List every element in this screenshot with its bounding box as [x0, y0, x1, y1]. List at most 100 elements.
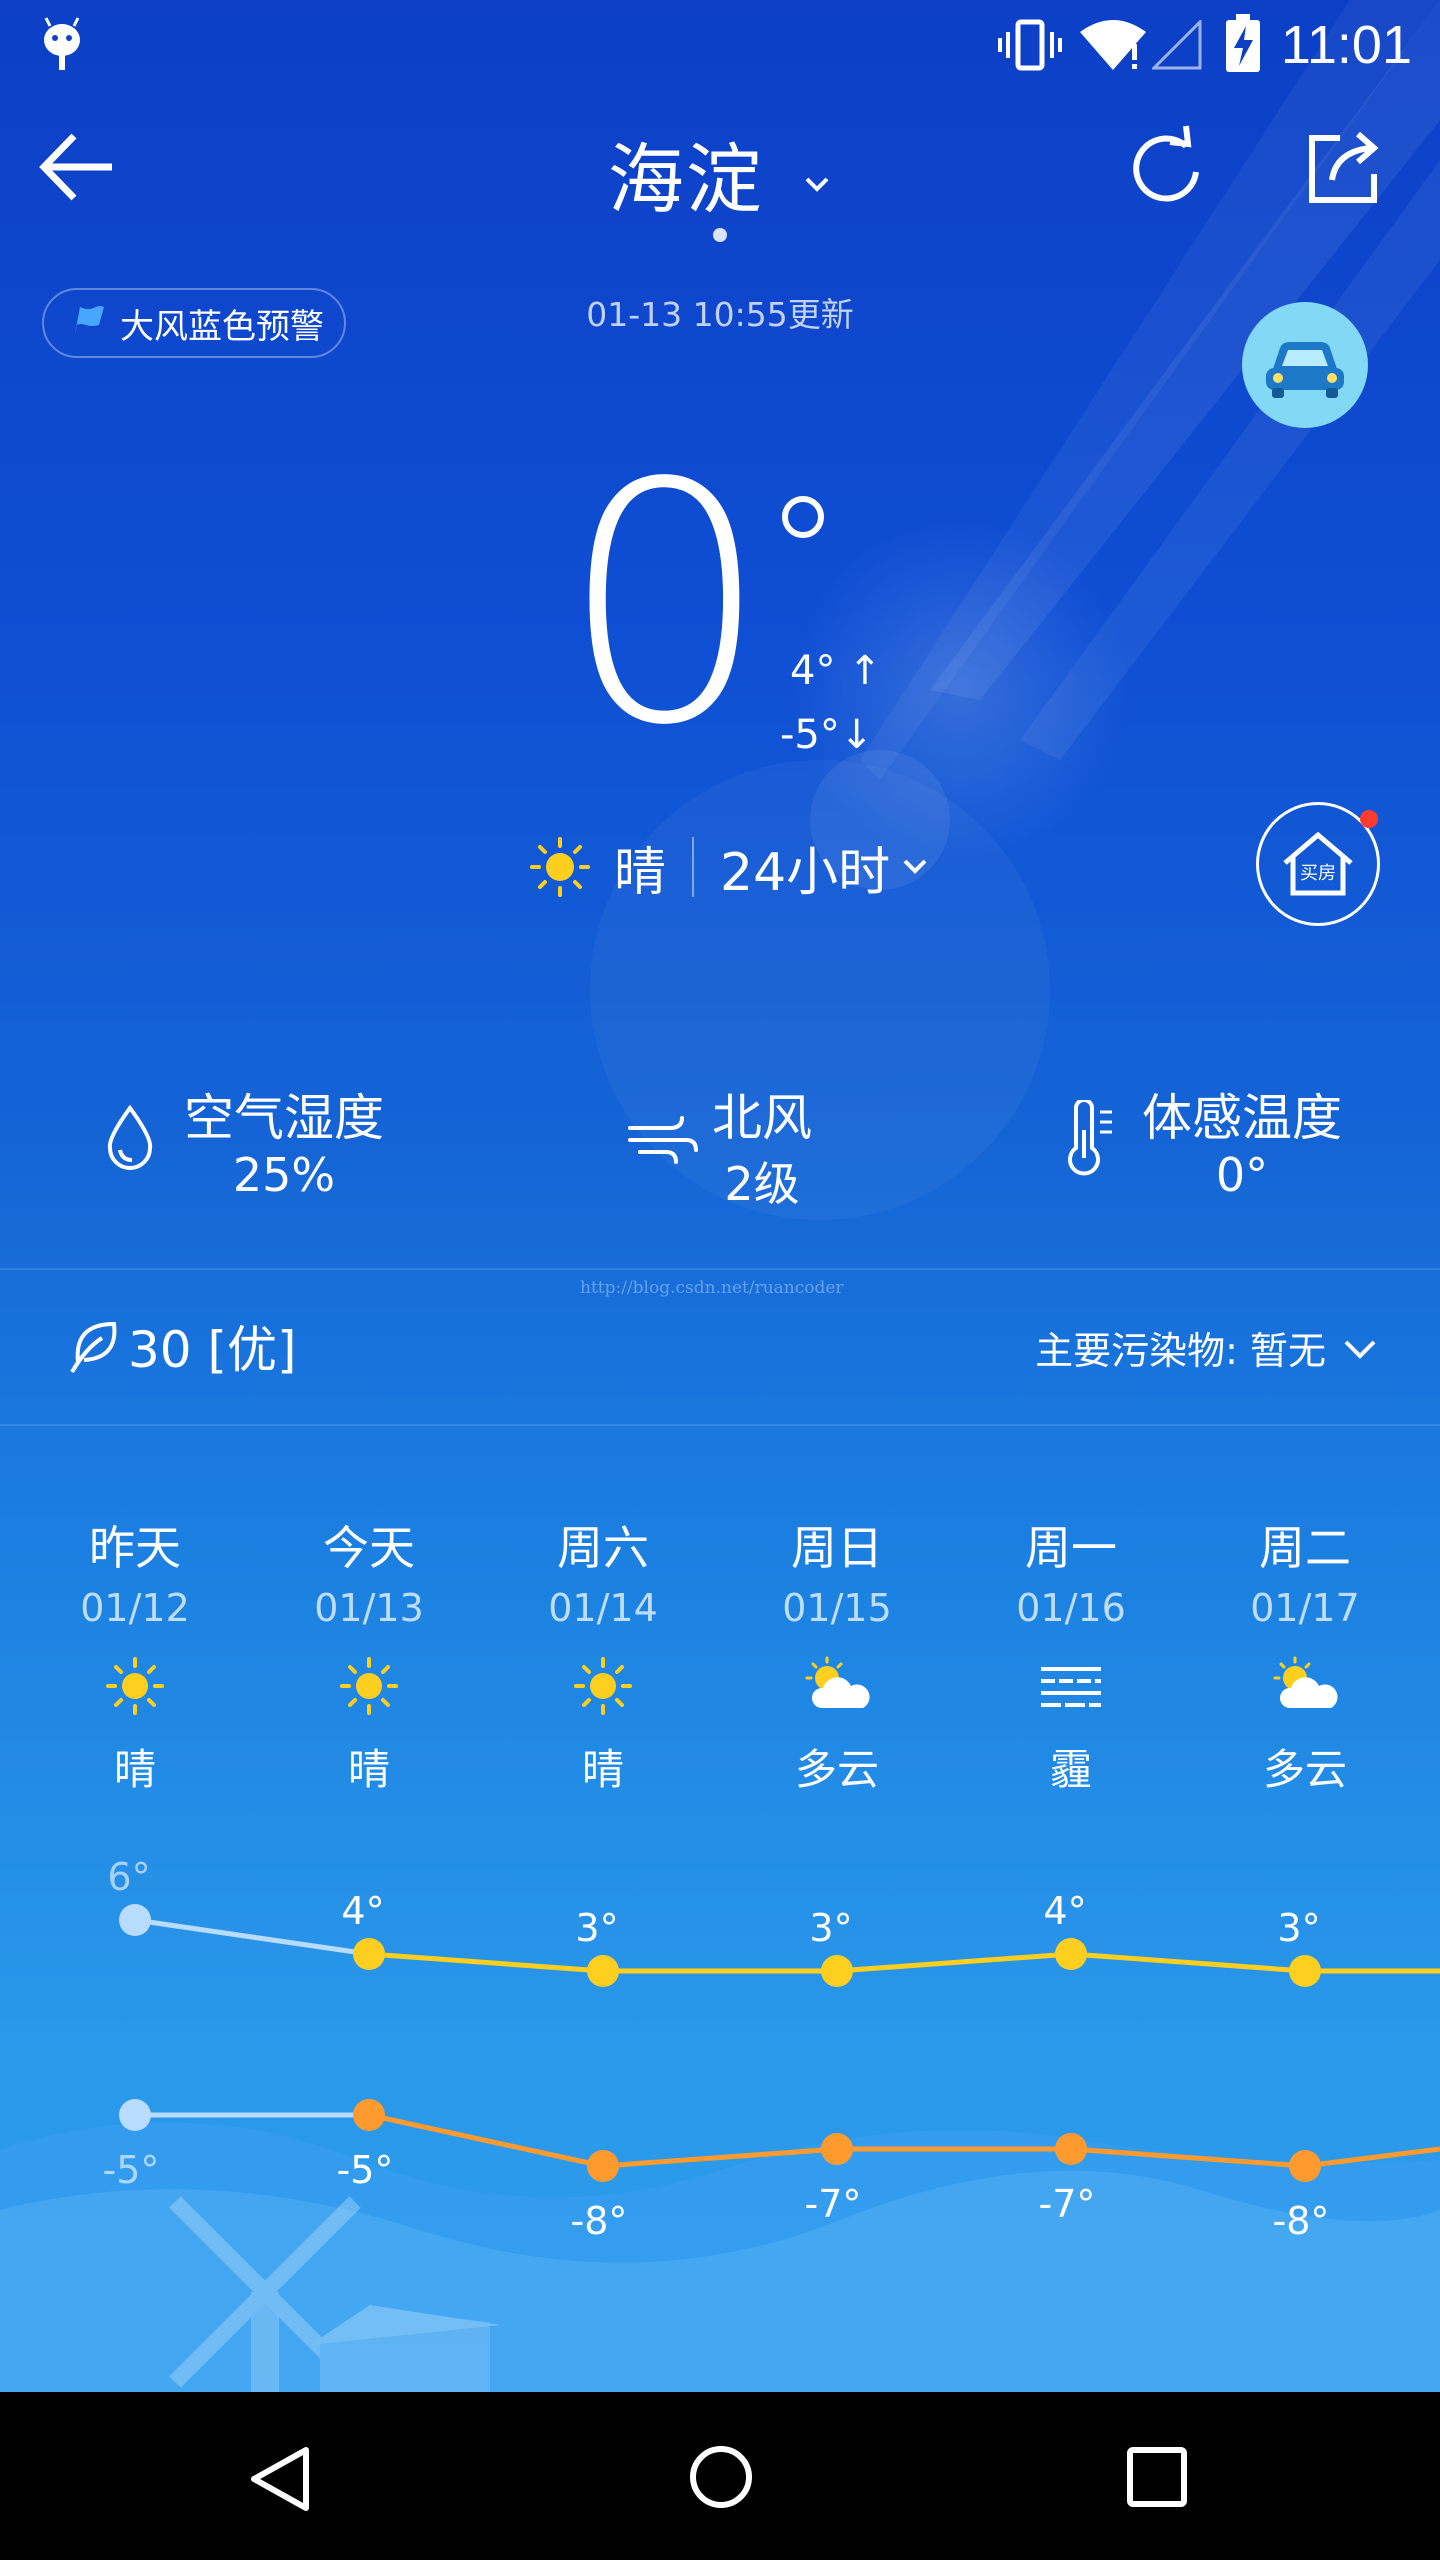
current-temperature: 0 [560, 413, 770, 797]
day-weather: 多云 [794, 1745, 879, 1794]
humidity-drop-icon [107, 1104, 153, 1170]
high-temp-point [353, 1938, 385, 1970]
page-indicator-dot [713, 228, 727, 242]
day-name: 周日 [791, 1521, 883, 1575]
high-temp-point [587, 1955, 619, 1987]
humidity-value: 25% [232, 1148, 336, 1202]
temperature-chart: 6° -5° 4° -5° 3° -8° 3° -7° 4° -7° 3° -8° [103, 1855, 1440, 2243]
forecast-day[interactable]: 今天 01/13 晴 [274, 1512, 464, 1797]
high-temp-line-segment [836, 1951, 1072, 1974]
vibrate-icon [998, 19, 1062, 71]
day-date: 01/12 [80, 1586, 190, 1630]
battery-charging-icon [1226, 14, 1260, 72]
sun-icon [530, 837, 590, 897]
low-temp-line-segment [602, 2146, 838, 2169]
low-temp-label: -5° [337, 2148, 394, 2192]
pollutant-selector[interactable]: 主要污染物: 暂无 [1035, 1320, 1380, 1375]
feels-like-label: 体感温度 [1142, 1089, 1342, 1147]
high-temp-point [1289, 1955, 1321, 1987]
high-temp-label: 4° [341, 1889, 384, 1933]
leaf-icon [70, 1321, 117, 1374]
pollutant-label: 主要污染物: 暂无 [1035, 1329, 1326, 1373]
aqi-value: 30 [优] [128, 1321, 297, 1379]
android-icon [44, 17, 80, 70]
home-nav-icon[interactable] [686, 2442, 756, 2512]
city-selector[interactable]: 海淀 [560, 118, 880, 228]
day-weather: 晴 [347, 1745, 390, 1794]
status-time: 11:01 [1280, 15, 1412, 75]
low-temp-line-segment [368, 2112, 604, 2169]
alert-label: 大风蓝色预警 [120, 306, 324, 347]
forecast-day[interactable]: 周日 01/15 多云 [742, 1512, 932, 1797]
recents-nav-icon[interactable] [1126, 2446, 1188, 2508]
back-arrow-icon[interactable] [32, 122, 122, 212]
day-date: 01/15 [782, 1586, 892, 1630]
forecast-day[interactable]: 周二 01/17 多云 [1210, 1512, 1400, 1797]
low-temp-point [353, 2099, 385, 2131]
forecast-day[interactable]: 周六 01/14 晴 [508, 1512, 698, 1797]
wind-level: 2级 [724, 1157, 800, 1211]
system-nav-bar [0, 2392, 1440, 2560]
divider [0, 1424, 1440, 1426]
update-time: 01-13 10:55更新 [586, 295, 854, 334]
refresh-icon[interactable] [1122, 122, 1212, 212]
wind-icon [628, 1116, 698, 1164]
low-temp-line-segment [1304, 2146, 1440, 2169]
low-temp-label: -7° [1039, 2182, 1096, 2226]
low-temp-label: -8° [1273, 2199, 1330, 2243]
day-weather: 晴 [113, 1745, 156, 1794]
today-high: 4° ↑ [790, 648, 882, 694]
day-name: 周二 [1259, 1521, 1351, 1575]
aqi-row[interactable]: 30 [优] [68, 1310, 297, 1382]
high-temp-label: 4° [1043, 1889, 1086, 1933]
humidity-label: 空气湿度 [184, 1089, 384, 1147]
thermometer-icon [1068, 1100, 1112, 1176]
degree-symbol [782, 496, 824, 538]
weather-alert-badge[interactable]: 大风蓝色预警 [42, 288, 346, 358]
day-date: 01/17 [1250, 1586, 1360, 1630]
high-temp-point [119, 1904, 151, 1936]
hourly-toggle[interactable]: 24小时 [720, 830, 890, 905]
notification-dot [1360, 810, 1378, 828]
status-bar: 11:01 [0, 0, 1440, 90]
back-nav-icon[interactable] [246, 2444, 316, 2514]
low-temp-label: -7° [805, 2182, 862, 2226]
today-low: -5°↓ [780, 712, 874, 758]
day-date: 01/14 [548, 1586, 658, 1630]
house-icon: 买房 [1283, 831, 1353, 896]
day-weather: 多云 [1262, 1745, 1347, 1794]
high-temp-label: 3° [809, 1906, 852, 1950]
share-icon[interactable] [1300, 122, 1390, 212]
chevron-down-icon [1344, 1340, 1376, 1359]
forecast-day[interactable]: 周一 01/16 霾 [976, 1512, 1166, 1797]
chevron-down-icon [805, 177, 829, 192]
partly-cloudy-icon [1273, 1656, 1338, 1708]
house-label: 买房 [1300, 863, 1336, 884]
high-temp-label: 3° [575, 1906, 618, 1950]
high-temp-line-segment [368, 1951, 604, 1974]
high-temp-line-segment [1070, 1951, 1306, 1974]
low-temp-point [821, 2133, 853, 2165]
low-temp-point [1055, 2133, 1087, 2165]
forecast-day[interactable]: 昨天 01/12 晴 [40, 1512, 230, 1797]
low-temp-label: -5° [103, 2148, 160, 2192]
day-name: 昨天 [89, 1521, 181, 1575]
high-temp-point [821, 1955, 853, 1987]
low-temp-line-segment [1070, 2146, 1306, 2169]
high-temp-point [1055, 1938, 1087, 1970]
flag-icon [74, 306, 104, 339]
haze-icon [1041, 1667, 1101, 1707]
chevron-down-icon[interactable] [900, 855, 930, 879]
car-icon [1266, 342, 1344, 398]
low-temp-point [119, 2099, 151, 2131]
wifi-icon [1080, 20, 1146, 70]
low-temp-label: -8° [571, 2199, 628, 2243]
low-temp-point [587, 2150, 619, 2182]
sun-icon [574, 1657, 632, 1715]
city-name: 海淀 [607, 135, 764, 224]
car-button[interactable] [1242, 302, 1368, 428]
day-date: 01/13 [314, 1586, 424, 1630]
divider [0, 1268, 1440, 1270]
condition-text: 晴 [614, 842, 667, 903]
divider [692, 837, 695, 897]
